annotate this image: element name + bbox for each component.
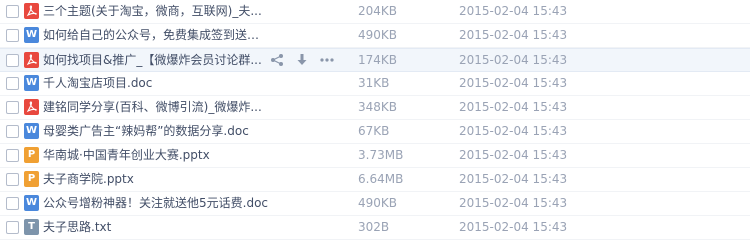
pdf-icon (24, 52, 39, 68)
file-name[interactable]: 夫子商学院.pptx (43, 172, 268, 187)
file-row-hovered[interactable]: 如何找项目&推广_【微爆炸会员讨论群... 174KB 2015-02-04 1… (0, 48, 750, 72)
file-row[interactable]: T 夫子思路.txt 302B 2015-02-04 15:43 (0, 216, 750, 240)
file-modified-date: 2015-02-04 15:43 (459, 172, 568, 186)
file-size: 490KB (358, 28, 398, 42)
text-file-icon: T (24, 219, 39, 235)
pdf-icon (24, 99, 39, 115)
row-checkbox[interactable] (6, 173, 19, 186)
file-modified-date: 2015-02-04 15:43 (459, 28, 568, 42)
file-size: 6.64MB (358, 172, 404, 186)
file-name[interactable]: 公众号增粉神器！关注就送他5元话费.doc (43, 196, 268, 211)
file-name[interactable]: 华南城·中国青年创业大赛.pptx (43, 148, 268, 163)
file-name[interactable]: 母婴类广告主“辣妈帮”的数据分享.doc (43, 124, 268, 139)
row-checkbox[interactable] (6, 5, 19, 18)
more-icon[interactable] (319, 52, 335, 68)
row-checkbox[interactable] (6, 197, 19, 210)
pdf-icon (24, 3, 39, 19)
file-row[interactable]: 建铭同学分享(百科、微博引流)_微爆炸... 348KB 2015-02-04 … (0, 96, 750, 120)
word-icon: W (24, 123, 39, 139)
file-modified-date: 2015-02-04 15:43 (459, 196, 568, 210)
file-size: 3.73MB (358, 148, 404, 162)
powerpoint-icon: P (24, 147, 39, 163)
file-modified-date: 2015-02-04 15:43 (459, 100, 568, 114)
file-row[interactable]: 三个主题(关于淘宝，微商，互联网)_夫... 204KB 2015-02-04 … (0, 0, 750, 24)
share-icon[interactable] (269, 52, 285, 68)
file-size: 174KB (358, 53, 398, 67)
file-name[interactable]: 夫子思路.txt (43, 220, 268, 235)
file-name[interactable]: 如何找项目&推广_【微爆炸会员讨论群... (43, 53, 268, 68)
row-checkbox[interactable] (6, 149, 19, 162)
file-row[interactable]: W 公众号增粉神器！关注就送他5元话费.doc 490KB 2015-02-04… (0, 192, 750, 216)
file-name[interactable]: 千人淘宝店项目.doc (43, 76, 268, 91)
file-row[interactable]: P 华南城·中国青年创业大赛.pptx 3.73MB 2015-02-04 15… (0, 144, 750, 168)
word-icon: W (24, 75, 39, 91)
file-modified-date: 2015-02-04 15:43 (459, 53, 568, 67)
file-row[interactable]: W 如何给自己的公众号，免费集成签到送话... 490KB 2015-02-04… (0, 24, 750, 48)
file-modified-date: 2015-02-04 15:43 (459, 148, 568, 162)
file-modified-date: 2015-02-04 15:43 (459, 4, 568, 18)
row-checkbox[interactable] (6, 77, 19, 90)
file-row[interactable]: W 千人淘宝店项目.doc 31KB 2015-02-04 15:43 (0, 72, 750, 96)
download-icon[interactable] (294, 52, 310, 68)
file-size: 302B (358, 220, 390, 234)
word-icon: W (24, 27, 39, 43)
row-checkbox[interactable] (6, 29, 19, 42)
file-size: 204KB (358, 4, 398, 18)
file-size: 490KB (358, 196, 398, 210)
file-name[interactable]: 三个主题(关于淘宝，微商，互联网)_夫... (43, 4, 268, 19)
row-actions (269, 52, 335, 68)
file-size: 348KB (358, 100, 398, 114)
file-modified-date: 2015-02-04 15:43 (459, 220, 568, 234)
file-size: 67KB (358, 124, 390, 138)
file-list: 三个主题(关于淘宝，微商，互联网)_夫... 204KB 2015-02-04 … (0, 0, 750, 241)
word-icon: W (24, 195, 39, 211)
row-checkbox[interactable] (6, 101, 19, 114)
file-row[interactable]: P 夫子商学院.pptx 6.64MB 2015-02-04 15:43 (0, 168, 750, 192)
file-name[interactable]: 建铭同学分享(百科、微博引流)_微爆炸... (43, 100, 268, 115)
row-checkbox[interactable] (6, 54, 19, 67)
file-size: 31KB (358, 76, 390, 90)
file-row[interactable]: W 母婴类广告主“辣妈帮”的数据分享.doc 67KB 2015-02-04 1… (0, 120, 750, 144)
file-name[interactable]: 如何给自己的公众号，免费集成签到送话... (43, 28, 268, 43)
powerpoint-icon: P (24, 171, 39, 187)
file-modified-date: 2015-02-04 15:43 (459, 76, 568, 90)
row-checkbox[interactable] (6, 125, 19, 138)
row-checkbox[interactable] (6, 221, 19, 234)
file-modified-date: 2015-02-04 15:43 (459, 124, 568, 138)
